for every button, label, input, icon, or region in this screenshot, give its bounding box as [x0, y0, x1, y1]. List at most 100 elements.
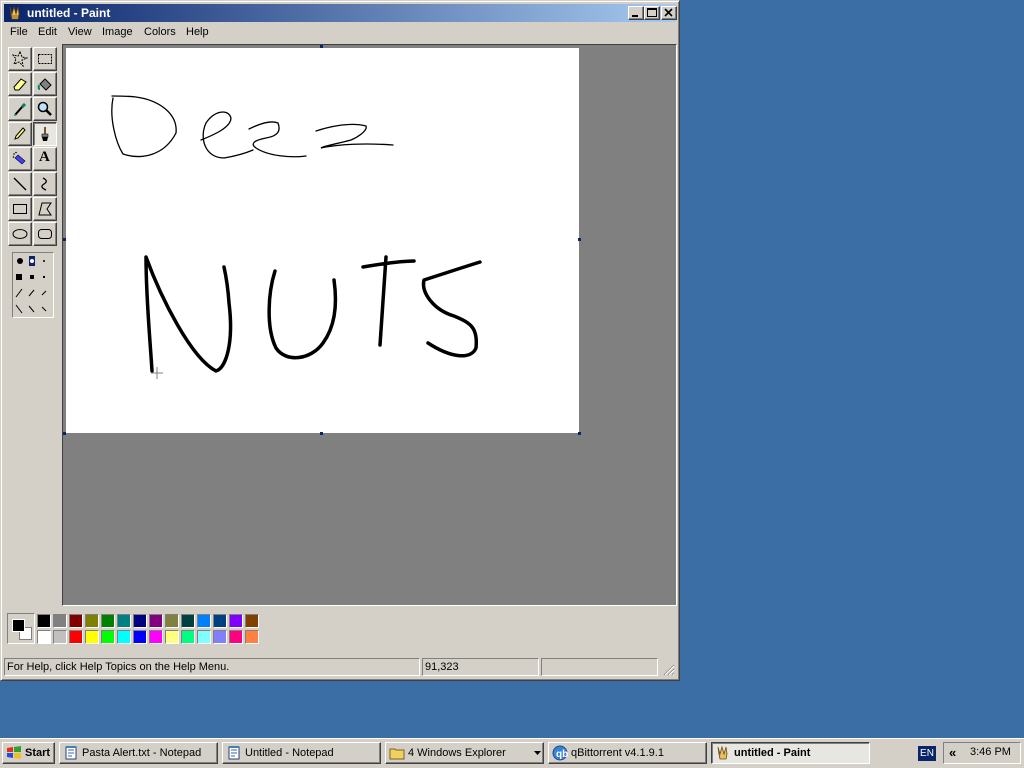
status-help-text: For Help, click Help Topics on the Help … [4, 658, 420, 676]
resize-handle [63, 432, 66, 435]
size-grip-icon[interactable] [663, 664, 675, 676]
taskbar-item-qbittorrent[interactable]: qb qBittorrent v4.1.9.1 [548, 742, 707, 764]
pencil-icon [14, 127, 26, 140]
resize-handle[interactable] [320, 45, 323, 48]
palette-color-swatch[interactable] [69, 630, 83, 644]
brush-tool[interactable] [33, 122, 57, 146]
palette-color-swatch[interactable] [53, 630, 67, 644]
palette-color-swatch[interactable] [85, 630, 99, 644]
polygon-tool[interactable] [33, 197, 57, 221]
canvas-work-area [62, 44, 677, 606]
resize-handle[interactable] [578, 238, 581, 241]
taskbar-item-untitled-notepad[interactable]: Untitled - Notepad [222, 742, 381, 764]
svg-text:qb: qb [556, 749, 568, 760]
taskbar-item-label: 4 Windows Explorer [408, 747, 506, 759]
palette-color-swatch[interactable] [181, 614, 195, 628]
magnifier-tool[interactable] [33, 97, 57, 121]
airbrush-icon [12, 151, 26, 165]
palette-color-swatch[interactable] [85, 614, 99, 628]
pencil-tool[interactable] [8, 122, 32, 146]
paint-window: untitled - Paint File Edit View Image Co… [0, 0, 680, 681]
toolbox: A [4, 45, 60, 607]
menu-view[interactable]: View [68, 26, 92, 38]
group-dropdown-icon [534, 751, 541, 755]
palette-color-swatch[interactable] [213, 614, 227, 628]
palette-color-swatch[interactable] [213, 630, 227, 644]
rectangle-tool[interactable] [8, 197, 32, 221]
eyedropper-icon [14, 102, 27, 116]
palette-color-swatch[interactable] [133, 630, 147, 644]
resize-handle [63, 238, 66, 241]
status-size [541, 658, 658, 676]
palette-color-swatch[interactable] [117, 630, 131, 644]
folder-icon [389, 745, 405, 763]
palette-color-swatch[interactable] [69, 614, 83, 628]
line-tool[interactable] [8, 172, 32, 196]
language-indicator[interactable]: EN [918, 746, 936, 761]
taskbar-item-windows-explorer-group[interactable]: 4 Windows Explorer [385, 742, 544, 764]
title-bar[interactable]: untitled - Paint [4, 4, 677, 22]
select-tool[interactable] [33, 47, 57, 71]
taskbar-item-label: Untitled - Notepad [245, 747, 334, 759]
palette-color-swatch[interactable] [149, 630, 163, 644]
minimize-button[interactable] [628, 6, 644, 20]
menu-edit[interactable]: Edit [38, 26, 57, 38]
resize-handle[interactable] [320, 432, 323, 435]
palette-color-swatch[interactable] [229, 614, 243, 628]
language-label: EN [920, 748, 934, 759]
line-icon [13, 177, 27, 191]
menu-file[interactable]: File [10, 26, 28, 38]
menu-help[interactable]: Help [186, 26, 209, 38]
window-title: untitled - Paint [27, 6, 111, 20]
rounded-rectangle-tool[interactable] [33, 222, 57, 246]
ellipse-icon [12, 229, 28, 239]
palette-color-swatch[interactable] [245, 630, 259, 644]
palette-color-swatch[interactable] [117, 614, 131, 628]
current-colors[interactable] [7, 613, 35, 644]
windows-logo-icon [6, 745, 22, 763]
tray-expand-chevron[interactable]: « [949, 745, 956, 760]
brush-shapes-icon [15, 256, 47, 314]
nuts-strokes [144, 255, 482, 373]
palette-color-swatch[interactable] [133, 614, 147, 628]
maximize-icon [647, 8, 657, 17]
fill-tool[interactable] [33, 72, 57, 96]
pick-color-tool[interactable] [8, 97, 32, 121]
palette-color-swatch[interactable] [37, 630, 51, 644]
ellipse-tool[interactable] [8, 222, 32, 246]
palette-color-swatch[interactable] [165, 630, 179, 644]
palette-color-swatch[interactable] [101, 614, 115, 628]
free-form-select-tool[interactable] [8, 47, 32, 71]
text-tool[interactable]: A [33, 147, 57, 171]
palette-color-swatch[interactable] [37, 614, 51, 628]
clock[interactable]: 3:46 PM [970, 746, 1011, 758]
palette-color-swatch[interactable] [165, 614, 179, 628]
menu-image[interactable]: Image [102, 26, 133, 38]
palette-color-swatch[interactable] [197, 614, 211, 628]
close-button[interactable] [661, 6, 677, 20]
palette-color-swatch[interactable] [197, 630, 211, 644]
curve-tool[interactable] [33, 172, 57, 196]
menu-colors[interactable]: Colors [144, 26, 176, 38]
taskbar-item-pasta-alert-notepad[interactable]: Pasta Alert.txt - Notepad [59, 742, 218, 764]
paint-bucket-icon [37, 78, 52, 91]
taskbar-item-label: Pasta Alert.txt - Notepad [82, 747, 202, 759]
notepad-icon [226, 745, 242, 763]
start-button[interactable]: Start [2, 742, 55, 764]
eraser-tool[interactable] [8, 72, 32, 96]
maximize-button[interactable] [644, 6, 660, 20]
palette-color-swatch[interactable] [245, 614, 259, 628]
palette-color-swatch[interactable] [229, 630, 243, 644]
palette-color-swatch[interactable] [53, 614, 67, 628]
foreground-color-swatch [12, 619, 25, 632]
palette-color-swatch[interactable] [181, 630, 195, 644]
resize-handle[interactable] [578, 432, 581, 435]
palette-color-swatch[interactable] [149, 614, 163, 628]
qbittorrent-icon: qb [552, 745, 568, 763]
brush-icon [41, 127, 49, 141]
airbrush-tool[interactable] [8, 147, 32, 171]
drawing-canvas[interactable] [66, 48, 579, 433]
brush-shape-options[interactable] [12, 252, 54, 318]
taskbar-item-paint[interactable]: untitled - Paint [711, 742, 870, 764]
palette-color-swatch[interactable] [101, 630, 115, 644]
